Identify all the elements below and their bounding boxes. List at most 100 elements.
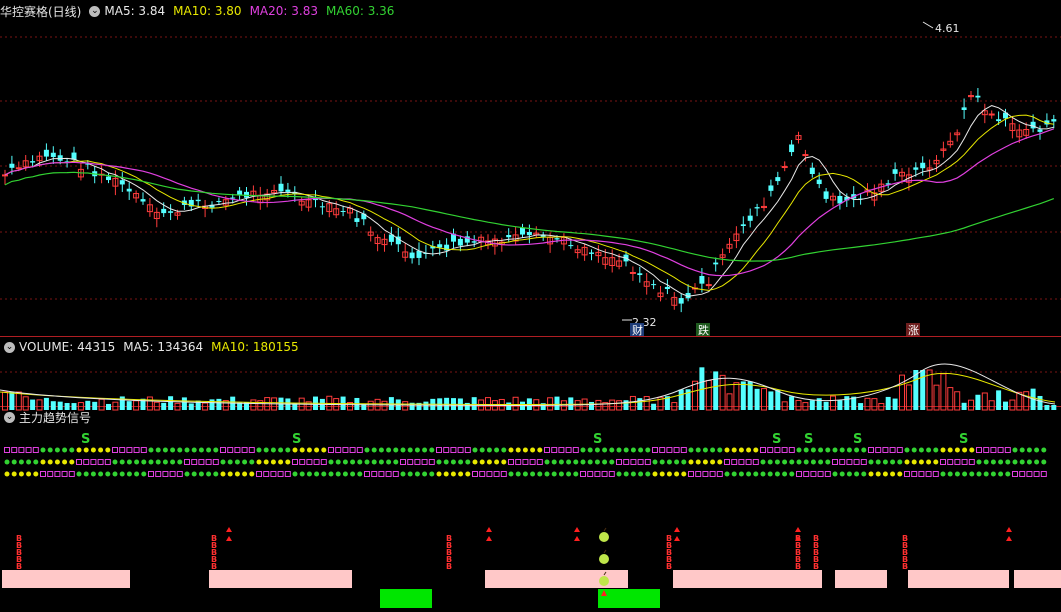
signal-square xyxy=(774,447,781,453)
signal-dot xyxy=(861,471,867,477)
signal-dot xyxy=(249,459,255,465)
signal-dot xyxy=(184,447,190,453)
signal-square xyxy=(392,471,399,477)
signal-square xyxy=(421,459,428,465)
signal-square xyxy=(529,459,536,465)
signal-square xyxy=(313,459,320,465)
signal-dot xyxy=(1019,459,1025,465)
signal-dot xyxy=(630,471,636,477)
high-price-label: 4.61 xyxy=(935,22,960,35)
signal-dot xyxy=(328,471,334,477)
signal-square xyxy=(623,459,630,465)
signal-dot xyxy=(645,447,651,453)
signal-dot xyxy=(393,459,399,465)
signal-dot xyxy=(364,447,370,453)
signal-dot xyxy=(458,459,464,465)
signal-dot xyxy=(306,471,312,477)
signal-dot xyxy=(436,471,442,477)
signal-dot xyxy=(940,471,946,477)
signal-dot xyxy=(681,471,687,477)
candle-body xyxy=(699,275,705,284)
signal-dot xyxy=(544,471,550,477)
signal-dot xyxy=(638,471,644,477)
candle-body xyxy=(57,155,63,161)
signal-dot xyxy=(436,459,442,465)
signal-dot xyxy=(371,459,377,465)
trend-signal-grid: SSSSSSS xyxy=(4,432,1047,477)
candle-body xyxy=(195,199,201,202)
volume-bar xyxy=(98,398,105,411)
signal-dot xyxy=(11,459,17,465)
volume-bar xyxy=(947,387,954,411)
volume-bar xyxy=(830,395,836,411)
signal-dot xyxy=(904,459,910,465)
volume-bar xyxy=(554,396,560,410)
signal-dot xyxy=(220,471,226,477)
volume-bar xyxy=(781,401,788,411)
volume-bar xyxy=(1044,405,1050,410)
volume-bar xyxy=(106,403,111,410)
signal-square xyxy=(148,471,154,477)
volume-bar xyxy=(237,402,243,410)
candle-body xyxy=(437,244,443,248)
candle-body xyxy=(119,180,125,185)
signal-square xyxy=(824,471,831,477)
sell-signal-s: S xyxy=(292,432,301,447)
candle-body xyxy=(526,232,532,236)
signal-square xyxy=(68,471,75,477)
candle-body xyxy=(1030,121,1036,129)
volume-bar xyxy=(837,400,843,410)
signal-dot xyxy=(18,471,24,477)
signal-dot xyxy=(753,447,759,453)
volume-bar xyxy=(1003,401,1008,410)
volume-bar xyxy=(30,399,36,410)
signal-dot xyxy=(486,459,492,465)
signal-dot xyxy=(407,447,413,453)
signal-dot xyxy=(522,471,528,477)
signal-square xyxy=(918,471,925,477)
signal-square xyxy=(544,447,550,453)
signal-square xyxy=(508,459,514,465)
volume-bar xyxy=(36,399,43,411)
candle-body xyxy=(1051,119,1057,122)
signal-dot xyxy=(1005,471,1011,477)
signal-dot xyxy=(998,471,1004,477)
sell-signal-s: S xyxy=(593,432,602,447)
signal-square xyxy=(191,459,198,465)
signal-square xyxy=(896,447,903,453)
signal-square xyxy=(594,471,601,477)
signal-dot xyxy=(270,459,276,465)
sell-signal-s: S xyxy=(81,432,90,447)
event-tag-cai: 财 xyxy=(632,323,643,337)
signal-square xyxy=(176,471,183,477)
signal-square xyxy=(832,459,838,465)
signal-dot xyxy=(810,459,816,465)
candle-body xyxy=(809,167,815,175)
candle-body xyxy=(278,183,284,192)
volume-bar xyxy=(643,396,650,411)
signal-dot xyxy=(350,471,356,477)
signal-dot xyxy=(904,447,910,453)
candle-body xyxy=(651,284,657,286)
buy-signal-b: B xyxy=(795,562,801,571)
signal-square xyxy=(558,447,565,453)
signal-square xyxy=(97,459,104,465)
signal-dot xyxy=(767,471,773,477)
apple-icon xyxy=(599,532,609,542)
signal-dot xyxy=(33,471,39,477)
volume-bar xyxy=(968,399,974,411)
signal-dot xyxy=(731,471,737,477)
signal-square xyxy=(277,471,284,477)
signal-square xyxy=(443,447,450,453)
signal-dot xyxy=(465,471,471,477)
kline-chart-canvas[interactable]: 4.61 2.32 财 跌 涨 SSSSSSS BBBBBBBBBBBBBBBB… xyxy=(0,0,1061,612)
candle-body xyxy=(789,144,795,153)
candle-body xyxy=(988,113,995,116)
up-arrow-icon xyxy=(226,536,232,541)
candle-body xyxy=(554,238,560,240)
signal-square xyxy=(853,459,860,465)
up-arrow-icon xyxy=(674,536,680,541)
signal-dot xyxy=(1041,447,1047,453)
signal-dot xyxy=(695,447,701,453)
signal-dot xyxy=(918,447,924,453)
